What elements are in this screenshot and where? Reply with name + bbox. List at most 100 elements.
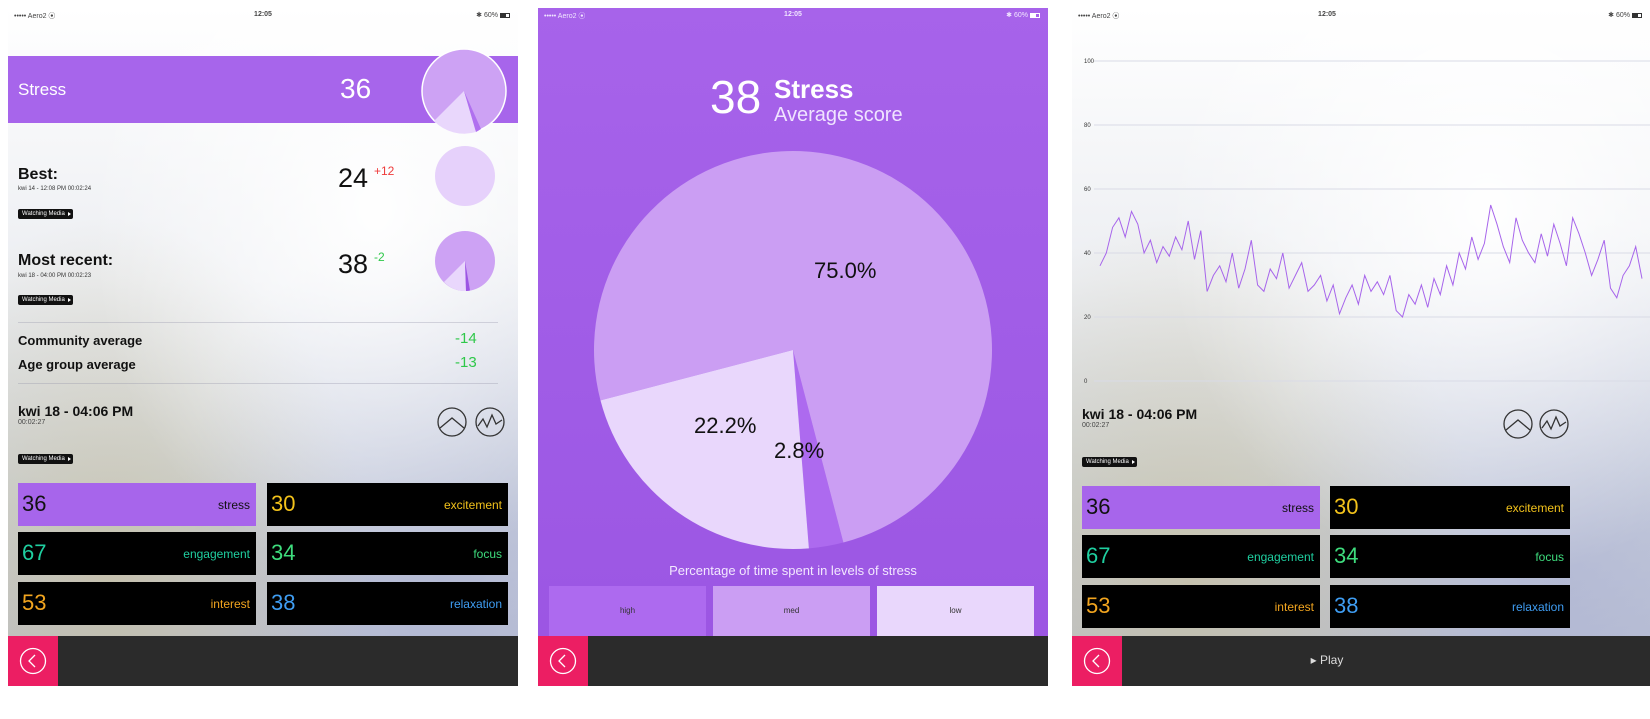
metric-value: 38 [1334, 593, 1359, 618]
bottom-bar: ▸ Play [1072, 636, 1650, 686]
metric-value: 53 [22, 590, 47, 615]
legend-high: high [549, 586, 706, 636]
average-score-title: Stress [774, 74, 854, 104]
metric-tile-interest[interactable]: 53 interest [18, 582, 256, 625]
y-tick-label: 100 [1084, 59, 1095, 65]
battery-indicator: ✱ 60% [476, 11, 510, 19]
session-title: kwi 18 - 04:06 PM [1082, 406, 1198, 422]
metric-name: excitement [443, 498, 502, 512]
pie-view-icon[interactable] [436, 406, 468, 438]
session-duration: 00:02:27 [18, 419, 46, 426]
metric-value: 34 [271, 540, 296, 565]
metric-name: interest [210, 597, 250, 611]
metric-value: 53 [1086, 593, 1111, 618]
metric-value: 67 [1086, 543, 1111, 568]
status-bar: ••••• Aero2 ⦿ 12:05 ✱ 60% [538, 8, 1048, 20]
metric-name: stress [217, 498, 250, 512]
community-average-label: Community average [18, 333, 143, 348]
best-activity-tag[interactable]: Watching Media [18, 209, 73, 219]
metric-tile-focus[interactable]: 34 focus [267, 532, 508, 575]
metric-tile-excitement[interactable]: 30 excitement [267, 483, 508, 526]
pie-view-icon[interactable] [1502, 408, 1534, 440]
metric-tile-relaxation[interactable]: 38 relaxation [1330, 585, 1570, 628]
back-button[interactable] [538, 636, 588, 686]
stress-level-pie-chart [594, 150, 992, 549]
clock: 12:05 [784, 11, 802, 18]
best-delta: +12 [374, 164, 395, 178]
battery-label: ✱ 60% [1006, 12, 1028, 19]
metric-name: engagement [183, 547, 250, 561]
metric-tile-engagement[interactable]: 67 engagement [18, 532, 256, 575]
recent-subtitle: kwi 18 - 04:00 PM 00:02:23 [18, 273, 92, 279]
metric-tile-stress[interactable]: 36 stress [1082, 486, 1320, 529]
metric-tile-engagement[interactable]: 67 engagement [1082, 535, 1320, 578]
average-score-subtitle: Average score [774, 104, 903, 126]
recent-title: Most recent: [18, 252, 114, 269]
metric-value: 30 [1334, 494, 1359, 519]
bottom-bar [538, 636, 1048, 686]
divider [18, 383, 498, 384]
community-average-value: -14 [455, 330, 477, 347]
timeline-screen: ••••• Aero2 ⦿ 12:05 ✱ 60% 0 20 40 60 80 100 k… [1072, 8, 1650, 686]
status-bar: ••••• Aero2 ⦿ 12:05 ✱ 60% [8, 8, 518, 20]
metric-name: stress [1281, 501, 1314, 515]
battery-label: ✱ 60% [1608, 12, 1630, 19]
metric-name: relaxation [449, 597, 502, 611]
divider [18, 322, 498, 323]
metric-tile-interest[interactable]: 53 interest [1082, 585, 1320, 628]
battery-icon [500, 12, 510, 18]
metric-value: 38 [271, 590, 296, 615]
metric-tile-relaxation[interactable]: 38 relaxation [267, 582, 508, 625]
metric-name: focus [1535, 550, 1564, 564]
best-value: 24 [338, 163, 369, 193]
y-tick-label: 20 [1084, 315, 1091, 321]
legend-med: med [713, 586, 870, 636]
recent-value: 38 [338, 249, 369, 279]
recent-activity-tag[interactable]: Watching Media [18, 295, 73, 305]
recent-pie-icon[interactable] [434, 230, 496, 292]
metric-tile-focus[interactable]: 34 focus [1330, 535, 1570, 578]
legend-caption: Percentage of time spent in levels of st… [669, 563, 917, 578]
metric-name: interest [1274, 600, 1314, 614]
metric-tile-stress[interactable]: 36 stress [18, 483, 256, 526]
y-tick-label: 40 [1084, 251, 1091, 257]
bottom-bar [8, 636, 518, 686]
age-group-average-label: Age group average [18, 357, 136, 372]
status-bar: ••••• Aero2 ⦿ 12:05 ✱ 60% [1072, 8, 1650, 20]
metric-value: 36 [22, 491, 47, 516]
stress-label: Stress [18, 80, 67, 99]
y-tick-label: 0 [1084, 379, 1088, 385]
pie-label-high: 2.8% [774, 438, 825, 463]
metric-name: relaxation [1511, 600, 1564, 614]
legend-low: low [877, 586, 1034, 636]
play-button[interactable]: ▸ Play [1072, 653, 1582, 667]
best-pie-icon[interactable] [434, 145, 496, 207]
metric-value: 30 [271, 491, 296, 516]
battery-icon [1632, 12, 1642, 18]
session-title: kwi 18 - 04:06 PM [18, 403, 134, 419]
stress-line-chart: 0 20 40 60 80 100 [1084, 59, 1650, 385]
session-activity-tag[interactable]: Watching Media [1082, 457, 1137, 467]
session-duration: 00:02:27 [1082, 422, 1110, 429]
best-title: Best: [18, 166, 59, 183]
pie-label-low: 22.2% [694, 413, 757, 438]
stress-pie-icon[interactable] [421, 48, 507, 134]
summary-screen: ••••• Aero2 ⦿ 12:05 ✱ 60% Stress 36 Best… [8, 8, 518, 686]
back-button[interactable] [8, 636, 58, 686]
stress-value: 36 [340, 73, 372, 104]
metric-name: focus [473, 547, 502, 561]
y-tick-label: 60 [1084, 187, 1091, 193]
metric-tile-excitement[interactable]: 30 excitement [1330, 486, 1570, 529]
metric-value: 34 [1334, 543, 1359, 568]
metric-name: excitement [1505, 501, 1564, 515]
y-tick-label: 80 [1084, 123, 1091, 129]
session-activity-tag[interactable]: Watching Media [18, 454, 73, 464]
clock: 12:05 [254, 11, 272, 18]
average-screen: ••••• Aero2 ⦿ 12:05 ✱ 60% 38 Stress Aver… [538, 8, 1048, 686]
line-view-icon[interactable] [1538, 408, 1570, 440]
metric-value: 36 [1086, 494, 1111, 519]
line-view-icon[interactable] [474, 406, 506, 438]
average-score-value: 38 [710, 71, 762, 123]
stress-series-line [1099, 204, 1643, 318]
clock: 12:05 [1318, 11, 1336, 18]
